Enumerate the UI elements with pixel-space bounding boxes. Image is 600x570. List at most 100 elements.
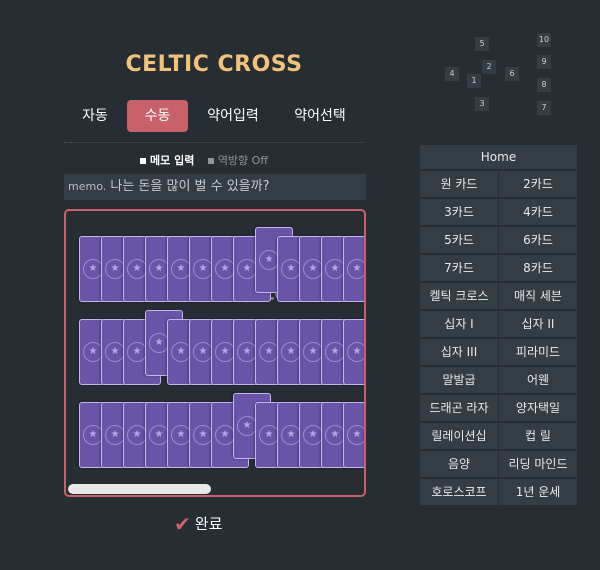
star-icon: ★	[237, 259, 257, 279]
tab-auto[interactable]: 자동	[64, 100, 126, 132]
position-3: 3	[475, 97, 489, 111]
star-icon: ★	[149, 259, 169, 279]
star-icon: ★	[259, 425, 279, 445]
memo-input-label: 메모 입력	[150, 154, 195, 167]
position-9: 9	[537, 55, 551, 69]
done-button[interactable]: ✔ 완료	[174, 512, 222, 536]
position-6: 6	[505, 67, 519, 81]
tab-manual[interactable]: 수동	[127, 100, 188, 132]
checkmark-icon: ✔	[174, 512, 191, 536]
star-icon: ★	[171, 342, 191, 362]
star-icon: ★	[215, 425, 235, 445]
memo-input-toggle[interactable]: 메모 입력	[140, 154, 194, 167]
menu-item[interactable]: 릴레이션십	[420, 423, 498, 449]
tarot-card[interactable]: ★	[343, 402, 364, 468]
card-deck[interactable]: ★★★★★★★★★★★★★★★★★★★★★★★★★★★★★★★★★★★★★★★★…	[64, 209, 366, 497]
menu-item[interactable]: 6카드	[499, 227, 577, 253]
menu-item[interactable]: 1년 운세	[499, 479, 577, 505]
star-icon: ★	[325, 342, 345, 362]
star-icon: ★	[237, 342, 257, 362]
star-icon: ★	[83, 342, 103, 362]
star-icon: ★	[347, 425, 364, 445]
star-icon: ★	[215, 259, 235, 279]
star-icon: ★	[281, 425, 301, 445]
star-icon: ★	[171, 425, 191, 445]
position-4: 4	[445, 67, 459, 81]
page-title: CELTIC CROSS	[125, 52, 303, 77]
tab-abbrev-input[interactable]: 약어입력	[196, 100, 270, 132]
checkbox-icon	[140, 158, 146, 164]
star-icon: ★	[127, 259, 147, 279]
menu-item[interactable]: 7카드	[420, 255, 498, 281]
home-button[interactable]: Home	[420, 145, 577, 169]
position-7: 7	[537, 101, 551, 115]
checkbox-icon	[207, 158, 214, 164]
done-label: 완료	[194, 515, 223, 533]
star-icon: ★	[193, 425, 213, 445]
memo-field[interactable]: memo. 나는 돈을 많이 벌 수 있을까?	[64, 174, 366, 200]
menu-item[interactable]: 양자택일	[499, 395, 577, 421]
star-icon: ★	[303, 259, 323, 279]
menu-item[interactable]: 십자 III	[420, 339, 498, 365]
menu-item[interactable]: 5카드	[420, 227, 498, 253]
star-icon: ★	[83, 425, 103, 445]
star-icon: ★	[105, 259, 125, 279]
menu-item[interactable]: 음양	[420, 451, 498, 477]
menu-item[interactable]: 2카드	[499, 171, 577, 197]
deck-scroll-thumb[interactable]	[68, 484, 211, 494]
star-icon: ★	[303, 425, 323, 445]
menu-item[interactable]: 말발굽	[420, 367, 498, 393]
menu-item[interactable]: 십자 II	[499, 311, 577, 337]
star-icon: ★	[105, 425, 125, 445]
menu-item[interactable]: 4카드	[499, 199, 577, 225]
star-icon: ★	[325, 425, 345, 445]
reversed-toggle[interactable]: 역방향 Off	[207, 154, 268, 167]
menu-item[interactable]: 컵 릴	[499, 423, 577, 449]
star-icon: ★	[127, 425, 147, 445]
position-10: 10	[537, 33, 551, 47]
star-icon: ★	[347, 342, 364, 362]
menu-item[interactable]: 리딩 마인드	[499, 451, 577, 477]
memo-prefix: memo.	[68, 180, 107, 193]
tarot-card[interactable]: ★	[365, 236, 366, 302]
star-icon: ★	[237, 416, 257, 436]
menu-item[interactable]: 켈틱 크로스	[420, 283, 498, 309]
star-icon: ★	[259, 342, 279, 362]
menu-item[interactable]: 매직 세븐	[499, 283, 577, 309]
tarot-card[interactable]: ★	[365, 402, 366, 468]
spread-menu: Home 원 카드 2카드 3카드 4카드 5카드 6카드 7카드 8카드 켈틱…	[420, 145, 577, 505]
reversed-label: 역방향 Off	[217, 154, 268, 167]
menu-item[interactable]: 피라미드	[499, 339, 577, 365]
options-bar: 메모 입력 역방향 Off	[140, 152, 278, 168]
tarot-card[interactable]: ★	[343, 319, 364, 385]
menu-item[interactable]: 호로스코프	[420, 479, 498, 505]
memo-question: 나는 돈을 많이 벌 수 있을까?	[110, 179, 270, 194]
star-icon: ★	[215, 342, 235, 362]
position-1: 1	[467, 74, 481, 88]
menu-item[interactable]: 8카드	[499, 255, 577, 281]
menu-item[interactable]: 원 카드	[420, 171, 498, 197]
mode-tabs: 자동 수동 약어입력 약어선택	[64, 100, 364, 132]
menu-item[interactable]: 십자 I	[420, 311, 498, 337]
deck-scrollbar[interactable]	[66, 483, 364, 495]
menu-item[interactable]: 어웬	[499, 367, 577, 393]
star-icon: ★	[149, 333, 169, 353]
tarot-card[interactable]: ★	[365, 319, 366, 385]
star-icon: ★	[83, 259, 103, 279]
position-8: 8	[537, 78, 551, 92]
menu-item[interactable]: 3카드	[420, 199, 498, 225]
star-icon: ★	[127, 342, 147, 362]
tab-abbrev-select[interactable]: 약어선택	[282, 100, 358, 132]
star-icon: ★	[149, 425, 169, 445]
tarot-card[interactable]: ★	[343, 236, 364, 302]
position-2: 2	[482, 60, 496, 74]
star-icon: ★	[347, 259, 364, 279]
star-icon: ★	[193, 259, 213, 279]
position-5: 5	[475, 37, 489, 51]
star-icon: ★	[105, 342, 125, 362]
star-icon: ★	[281, 342, 301, 362]
star-icon: ★	[171, 259, 191, 279]
star-icon: ★	[193, 342, 213, 362]
star-icon: ★	[281, 259, 301, 279]
menu-item[interactable]: 드래곤 라자	[420, 395, 498, 421]
